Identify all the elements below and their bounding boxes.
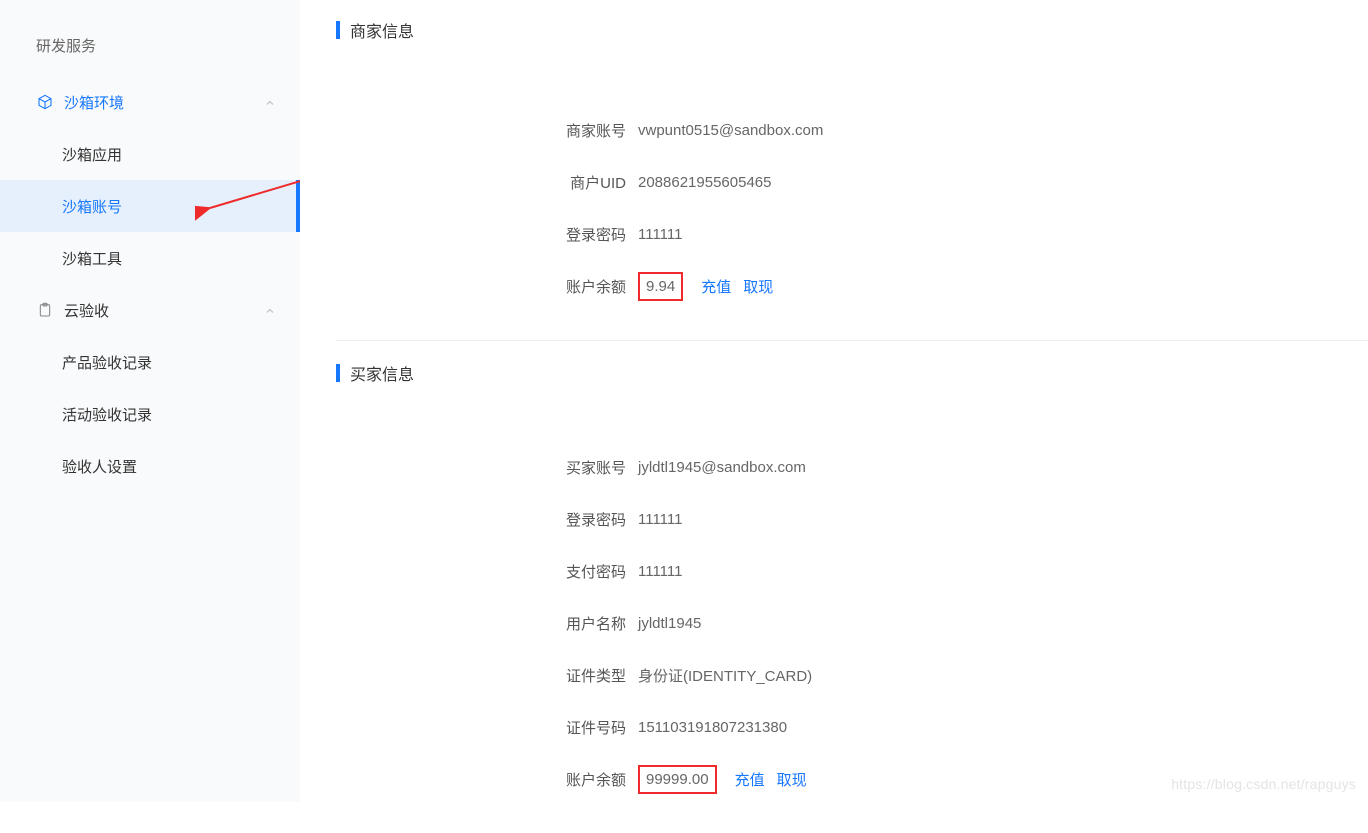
balance-highlight: 9.94 [638, 272, 683, 301]
chevron-up-icon [264, 96, 276, 108]
sidebar-item-activity-acceptance-record[interactable]: 活动验收记录 [0, 388, 300, 440]
recharge-link[interactable]: 充值 [735, 769, 765, 790]
field-value: jyldtl1945@sandbox.com [638, 459, 806, 476]
field-label: 登录密码 [534, 509, 626, 530]
buyer-account-row: 买家账号 jyldtl1945@sandbox.com [336, 441, 1368, 493]
sidebar-item-sandbox-tools[interactable]: 沙箱工具 [0, 232, 300, 284]
field-label: 账户余额 [534, 769, 626, 790]
buyer-section: 买家信息 买家账号 jyldtl1945@sandbox.com 登录密码 11… [336, 341, 1368, 833]
sidebar-group-title: 研发服务 [0, 0, 300, 76]
section-accent-bar [336, 364, 340, 382]
buyer-login-pwd-row: 登录密码 111111 [336, 493, 1368, 545]
sidebar-item-acceptor-settings[interactable]: 验收人设置 [0, 440, 300, 492]
field-value: jyldtl1945 [638, 615, 701, 632]
field-label: 买家账号 [534, 457, 626, 478]
field-value: 111111 [638, 563, 683, 580]
buyer-cert-no-row: 证件号码 151103191807231380 [336, 701, 1368, 753]
cube-icon [36, 93, 54, 111]
sidebar-item-sandbox-account[interactable]: 沙箱账号 [0, 180, 300, 232]
buyer-name-row: 用户名称 jyldtl1945 [336, 597, 1368, 649]
field-label: 商户UID [534, 172, 626, 193]
sidebar-item-label: 产品验收记录 [62, 352, 152, 373]
main-content: 商家信息 商家账号 vwpunt0515@sandbox.com 商户UID 2… [300, 0, 1368, 802]
field-label: 证件类型 [534, 665, 626, 686]
withdraw-link[interactable]: 取现 [777, 769, 807, 790]
section-title: 商家信息 [350, 18, 414, 42]
sidebar-item-label: 沙箱环境 [64, 92, 124, 113]
field-value: 111111 [638, 226, 683, 243]
buyer-cert-type-row: 证件类型 身份证(IDENTITY_CARD) [336, 649, 1368, 701]
sidebar-item-cloud-acceptance[interactable]: 云验收 [0, 284, 300, 336]
balance-highlight: 99999.00 [638, 765, 717, 794]
sidebar-item-label: 活动验收记录 [62, 404, 152, 425]
field-value: 2088621955605465 [638, 174, 771, 191]
field-label: 商家账号 [534, 120, 626, 141]
buyer-pay-pwd-row: 支付密码 111111 [336, 545, 1368, 597]
merchant-account-row: 商家账号 vwpunt0515@sandbox.com [336, 104, 1368, 156]
field-label: 用户名称 [534, 613, 626, 634]
sidebar-item-label: 沙箱应用 [62, 144, 122, 165]
field-value: 9.94 充值 取现 [638, 272, 779, 301]
merchant-section: 商家信息 商家账号 vwpunt0515@sandbox.com 商户UID 2… [336, 0, 1368, 341]
sidebar-item-sandbox-app[interactable]: 沙箱应用 [0, 128, 300, 180]
merchant-balance-row: 账户余额 9.94 充值 取现 [336, 260, 1368, 312]
field-value: vwpunt0515@sandbox.com [638, 122, 823, 139]
field-label: 账户余额 [534, 276, 626, 297]
field-label: 证件号码 [534, 717, 626, 738]
field-value: 151103191807231380 [638, 719, 787, 736]
section-title: 买家信息 [350, 361, 414, 385]
sidebar-item-label: 云验收 [64, 300, 109, 321]
merchant-uid-row: 商户UID 2088621955605465 [336, 156, 1368, 208]
sidebar-item-product-acceptance-record[interactable]: 产品验收记录 [0, 336, 300, 388]
field-value: 身份证(IDENTITY_CARD) [638, 665, 812, 686]
merchant-login-pwd-row: 登录密码 111111 [336, 208, 1368, 260]
field-label: 支付密码 [534, 561, 626, 582]
sidebar-item-label: 沙箱账号 [62, 196, 122, 217]
chevron-up-icon [264, 304, 276, 316]
watermark: https://blog.csdn.net/rapguys [1171, 776, 1356, 792]
field-value: 99999.00 充值 取现 [638, 765, 813, 794]
sidebar: 研发服务 沙箱环境 沙箱应用 沙箱账号 沙箱工具 云验收 产品验收记录 活动验收… [0, 0, 300, 802]
section-header-merchant: 商家信息 [336, 0, 1368, 58]
section-accent-bar [336, 21, 340, 39]
sidebar-item-sandbox-env[interactable]: 沙箱环境 [0, 76, 300, 128]
sidebar-item-label: 沙箱工具 [62, 248, 122, 269]
field-label: 登录密码 [534, 224, 626, 245]
field-value: 111111 [638, 511, 683, 528]
section-header-buyer: 买家信息 [336, 341, 1368, 401]
recharge-link[interactable]: 充值 [701, 276, 731, 297]
withdraw-link[interactable]: 取现 [743, 276, 773, 297]
sidebar-item-label: 验收人设置 [62, 456, 137, 477]
clipboard-icon [36, 301, 54, 319]
